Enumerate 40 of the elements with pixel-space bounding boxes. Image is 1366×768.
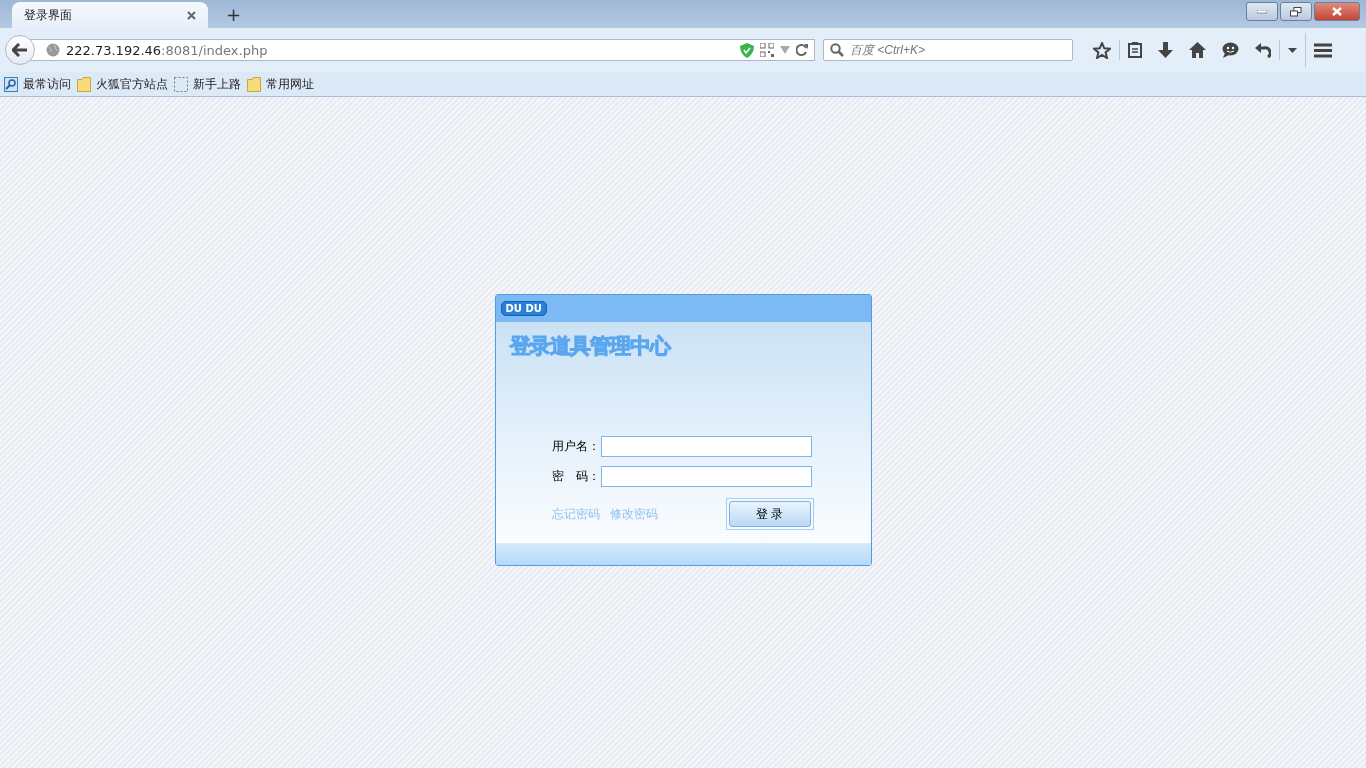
shield-icon[interactable] <box>740 42 754 58</box>
menu-icon[interactable] <box>1314 42 1332 58</box>
back-arrow-icon <box>12 43 28 57</box>
field-label: 用户名： <box>551 438 601 455</box>
bookmark-item[interactable]: 新手上路 <box>174 75 241 93</box>
globe-icon <box>46 43 60 57</box>
bookmark-item[interactable]: 火狐官方站点 <box>77 75 168 93</box>
browser-tab[interactable]: 登录界面 <box>12 2 208 28</box>
close-window-button[interactable] <box>1314 2 1360 21</box>
undo-icon[interactable] <box>1255 42 1271 58</box>
download-icon[interactable] <box>1158 42 1173 58</box>
close-icon[interactable] <box>187 10 196 20</box>
folder-icon <box>77 76 91 92</box>
chat-icon[interactable] <box>1222 42 1239 58</box>
dropdown-icon[interactable] <box>1288 47 1297 53</box>
star-icon[interactable] <box>1093 41 1111 59</box>
logo-badge: DU DU <box>500 301 547 316</box>
clipboard-icon[interactable] <box>1128 42 1142 58</box>
restore-button[interactable] <box>1280 2 1312 21</box>
new-tab-button[interactable]: + <box>226 4 242 25</box>
close-icon <box>1331 7 1343 16</box>
magnifier-page-icon <box>4 76 18 92</box>
input-field[interactable] <box>601 466 812 487</box>
input-field[interactable] <box>601 436 812 457</box>
dashed-box-icon <box>174 76 188 92</box>
folder-icon <box>247 76 261 92</box>
back-button[interactable] <box>5 35 35 65</box>
field-label: 密 码： <box>551 468 601 485</box>
bookmark-item[interactable]: 最常访问 <box>4 75 71 93</box>
bookmark-item[interactable]: 常用网址 <box>247 75 314 93</box>
search-field[interactable]: 百度 <Ctrl+K> <box>823 39 1073 61</box>
login-button[interactable]: 登 录 <box>728 501 811 527</box>
home-icon[interactable] <box>1189 42 1206 58</box>
search-icon <box>830 43 844 57</box>
address-text: 222.73.192.46:8081/index.php <box>66 42 269 58</box>
qr-code-icon[interactable] <box>760 43 774 57</box>
login-title: 登录道具管理中心 <box>509 333 672 360</box>
restore-icon <box>1290 6 1302 17</box>
minimize-icon <box>1257 9 1267 14</box>
reload-icon[interactable] <box>796 44 808 56</box>
